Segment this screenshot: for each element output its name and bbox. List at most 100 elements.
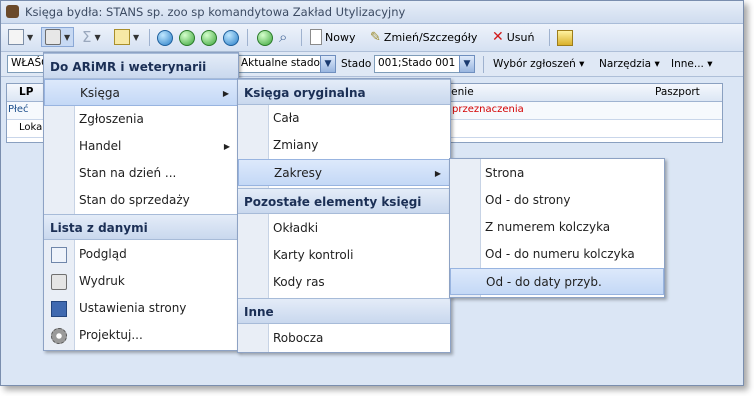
menu-item-label: Zmiany xyxy=(273,138,319,152)
submenu-arrow-icon: ▶ xyxy=(434,169,441,178)
first-record-icon[interactable] xyxy=(157,30,173,46)
menu-section-header: Pozostałe elementy księgi xyxy=(238,188,450,214)
search-icon[interactable]: ⌕ xyxy=(279,28,287,46)
menu-item-podglad[interactable]: Podgląd xyxy=(44,241,238,268)
menu-item-strona[interactable]: Strona xyxy=(450,160,664,187)
menu-section-header: Księga oryginalna xyxy=(238,79,450,105)
menu-item-z-numerem-kolczyka[interactable]: Z numerem kolczyka xyxy=(450,214,664,241)
view-menu-button[interactable]: ▼ xyxy=(5,27,36,47)
sum-menu-button[interactable]: Σ ▼ xyxy=(79,27,104,47)
menu-item-cala[interactable]: Cała xyxy=(238,105,450,132)
sigma-icon: Σ xyxy=(82,28,92,46)
tools-menu[interactable]: Narzędzia ▾ xyxy=(599,58,660,70)
title-bar: Księga bydła: STANS sp. zoo sp komandyto… xyxy=(1,1,743,24)
menu-item-label: Karty kontroli xyxy=(273,248,354,262)
herd-dropdown[interactable]: ▼ xyxy=(459,55,475,73)
print-menu-button[interactable]: ▼ xyxy=(41,27,75,47)
herd-label: Stado xyxy=(341,58,372,70)
toolbar-separator xyxy=(549,29,550,46)
menu-item-label: Wydruk xyxy=(79,274,125,288)
menu-item-od-do-strony[interactable]: Od - do strony xyxy=(450,187,664,214)
edit-details-button[interactable]: ✎ Zmień/Szczegóły xyxy=(367,27,480,47)
menu-item-karty-kontroli[interactable]: Karty kontroli xyxy=(238,242,450,269)
menu-section-header: Inne xyxy=(238,298,450,324)
chevron-down-icon: ▼ xyxy=(463,59,471,69)
owner-field[interactable]: WŁAŚC xyxy=(7,55,47,73)
menu-item-label: Zgłoszenia xyxy=(79,112,144,126)
new-document-icon xyxy=(310,29,322,45)
herd-combo[interactable]: 001;Stado 001 xyxy=(374,55,460,73)
menu-item-projektuj[interactable]: Projektuj... xyxy=(44,322,238,349)
menu-item-ksiega[interactable]: Księga ▶ xyxy=(44,79,238,106)
column-header-paszport[interactable]: Paszport xyxy=(655,86,700,98)
toolbar-separator xyxy=(301,29,302,46)
menu-item-kody-ras[interactable]: Kody ras xyxy=(238,269,450,296)
chevron-down-icon: ▼ xyxy=(324,59,332,69)
window-icon xyxy=(8,29,24,45)
menu-item-label: Zakresy xyxy=(274,166,322,180)
menu-item-zgloszenia[interactable]: Zgłoszenia xyxy=(44,106,238,133)
printer-icon xyxy=(51,274,67,290)
refresh-icon[interactable] xyxy=(257,30,273,46)
menu-item-okladki[interactable]: Okładki xyxy=(238,215,450,242)
menu-item-zakresy[interactable]: Zakresy ▶ xyxy=(238,159,450,186)
menu-item-zmiany[interactable]: Zmiany xyxy=(238,132,450,159)
herd-scope-combo[interactable]: Aktualne stado xyxy=(237,55,321,73)
menu-item-robocza[interactable]: Robocza xyxy=(238,325,450,352)
menu-item-stan-na-dzien[interactable]: Stan na dzień ... xyxy=(44,160,238,187)
menu-section-header: Do ARiMR i weterynarii xyxy=(44,53,238,79)
next-record-icon[interactable] xyxy=(201,30,217,46)
app-window: Księga bydła: STANS sp. zoo sp komandyto… xyxy=(0,0,744,386)
menu-item-label: Księga xyxy=(80,86,120,100)
menu-item-label: Okładki xyxy=(273,221,319,235)
row-value: przeznaczenia xyxy=(452,104,524,115)
menu-item-od-do-daty-przyb[interactable]: Od - do daty przyb. xyxy=(450,268,664,295)
toolbar-separator xyxy=(149,29,150,46)
menu-item-label: Z numerem kolczyka xyxy=(485,220,611,234)
chevron-down-icon: ▼ xyxy=(64,32,71,42)
window-title: Księga bydła: STANS sp. zoo sp komandyto… xyxy=(25,5,406,19)
select-reports-menu[interactable]: Wybór zgłoszeń ▾ xyxy=(493,58,584,70)
pencil-icon: ✎ xyxy=(370,29,381,45)
delete-button[interactable]: ✕ Usuń xyxy=(489,27,537,47)
menu-item-handel[interactable]: Handel ▶ xyxy=(44,133,238,160)
last-record-icon[interactable] xyxy=(223,30,239,46)
menu-item-label: Robocza xyxy=(273,331,324,345)
submenu-arrow-icon: ▶ xyxy=(222,89,229,98)
menu-item-label: Projektuj... xyxy=(79,328,143,342)
chevron-down-icon: ▼ xyxy=(27,32,34,42)
close-icon: ✕ xyxy=(492,29,504,45)
chevron-down-icon: ▼ xyxy=(94,32,101,42)
gear-icon xyxy=(51,328,67,344)
menu-item-wydruk[interactable]: Wydruk xyxy=(44,268,238,295)
toolbar-separator xyxy=(483,56,484,73)
other-menu[interactable]: Inne... ▾ xyxy=(671,58,713,70)
open-book-icon xyxy=(51,301,67,317)
print-dropdown-menu: Do ARiMR i weterynarii Księga ▶ Zgłoszen… xyxy=(43,52,239,351)
menu-item-label: Od - do daty przyb. xyxy=(486,275,602,289)
menu-item-label: Cała xyxy=(273,111,300,125)
herd-scope-dropdown[interactable]: ▼ xyxy=(320,55,336,73)
delete-button-label: Usuń xyxy=(506,30,535,44)
menu-item-od-do-numeru-kolczyka[interactable]: Od - do numeru kolczyka xyxy=(450,241,664,268)
menu-item-label: Ustawienia strony xyxy=(79,301,187,315)
column-header-lp[interactable]: LP xyxy=(19,86,33,98)
menu-item-label: Strona xyxy=(485,166,525,180)
edit-details-button-label: Zmień/Szczegóły xyxy=(383,30,478,44)
menu-item-label: Od - do numeru kolczyka xyxy=(485,247,635,261)
menu-item-label: Od - do strony xyxy=(485,193,571,207)
printer-icon xyxy=(45,29,61,45)
zakresy-submenu: Strona Od - do strony Z numerem kolczyka… xyxy=(449,158,665,298)
toolbar-separator xyxy=(247,29,248,46)
new-button[interactable]: Nowy xyxy=(307,27,358,47)
menu-item-ustawienia-strony[interactable]: Ustawienia strony xyxy=(44,295,238,322)
row-label: Lokal xyxy=(19,122,46,133)
menu-item-label: Kody ras xyxy=(273,275,325,289)
export-menu-button[interactable]: ▼ xyxy=(111,27,142,47)
menu-item-stan-do-sprzedazy[interactable]: Stan do sprzedaży xyxy=(44,187,238,214)
row-label: Płeć xyxy=(8,104,29,115)
chevron-down-icon: ▼ xyxy=(133,32,140,42)
menu-item-label: Stan na dzień ... xyxy=(79,166,177,180)
tools-icon[interactable] xyxy=(557,30,573,46)
previous-record-icon[interactable] xyxy=(179,30,195,46)
